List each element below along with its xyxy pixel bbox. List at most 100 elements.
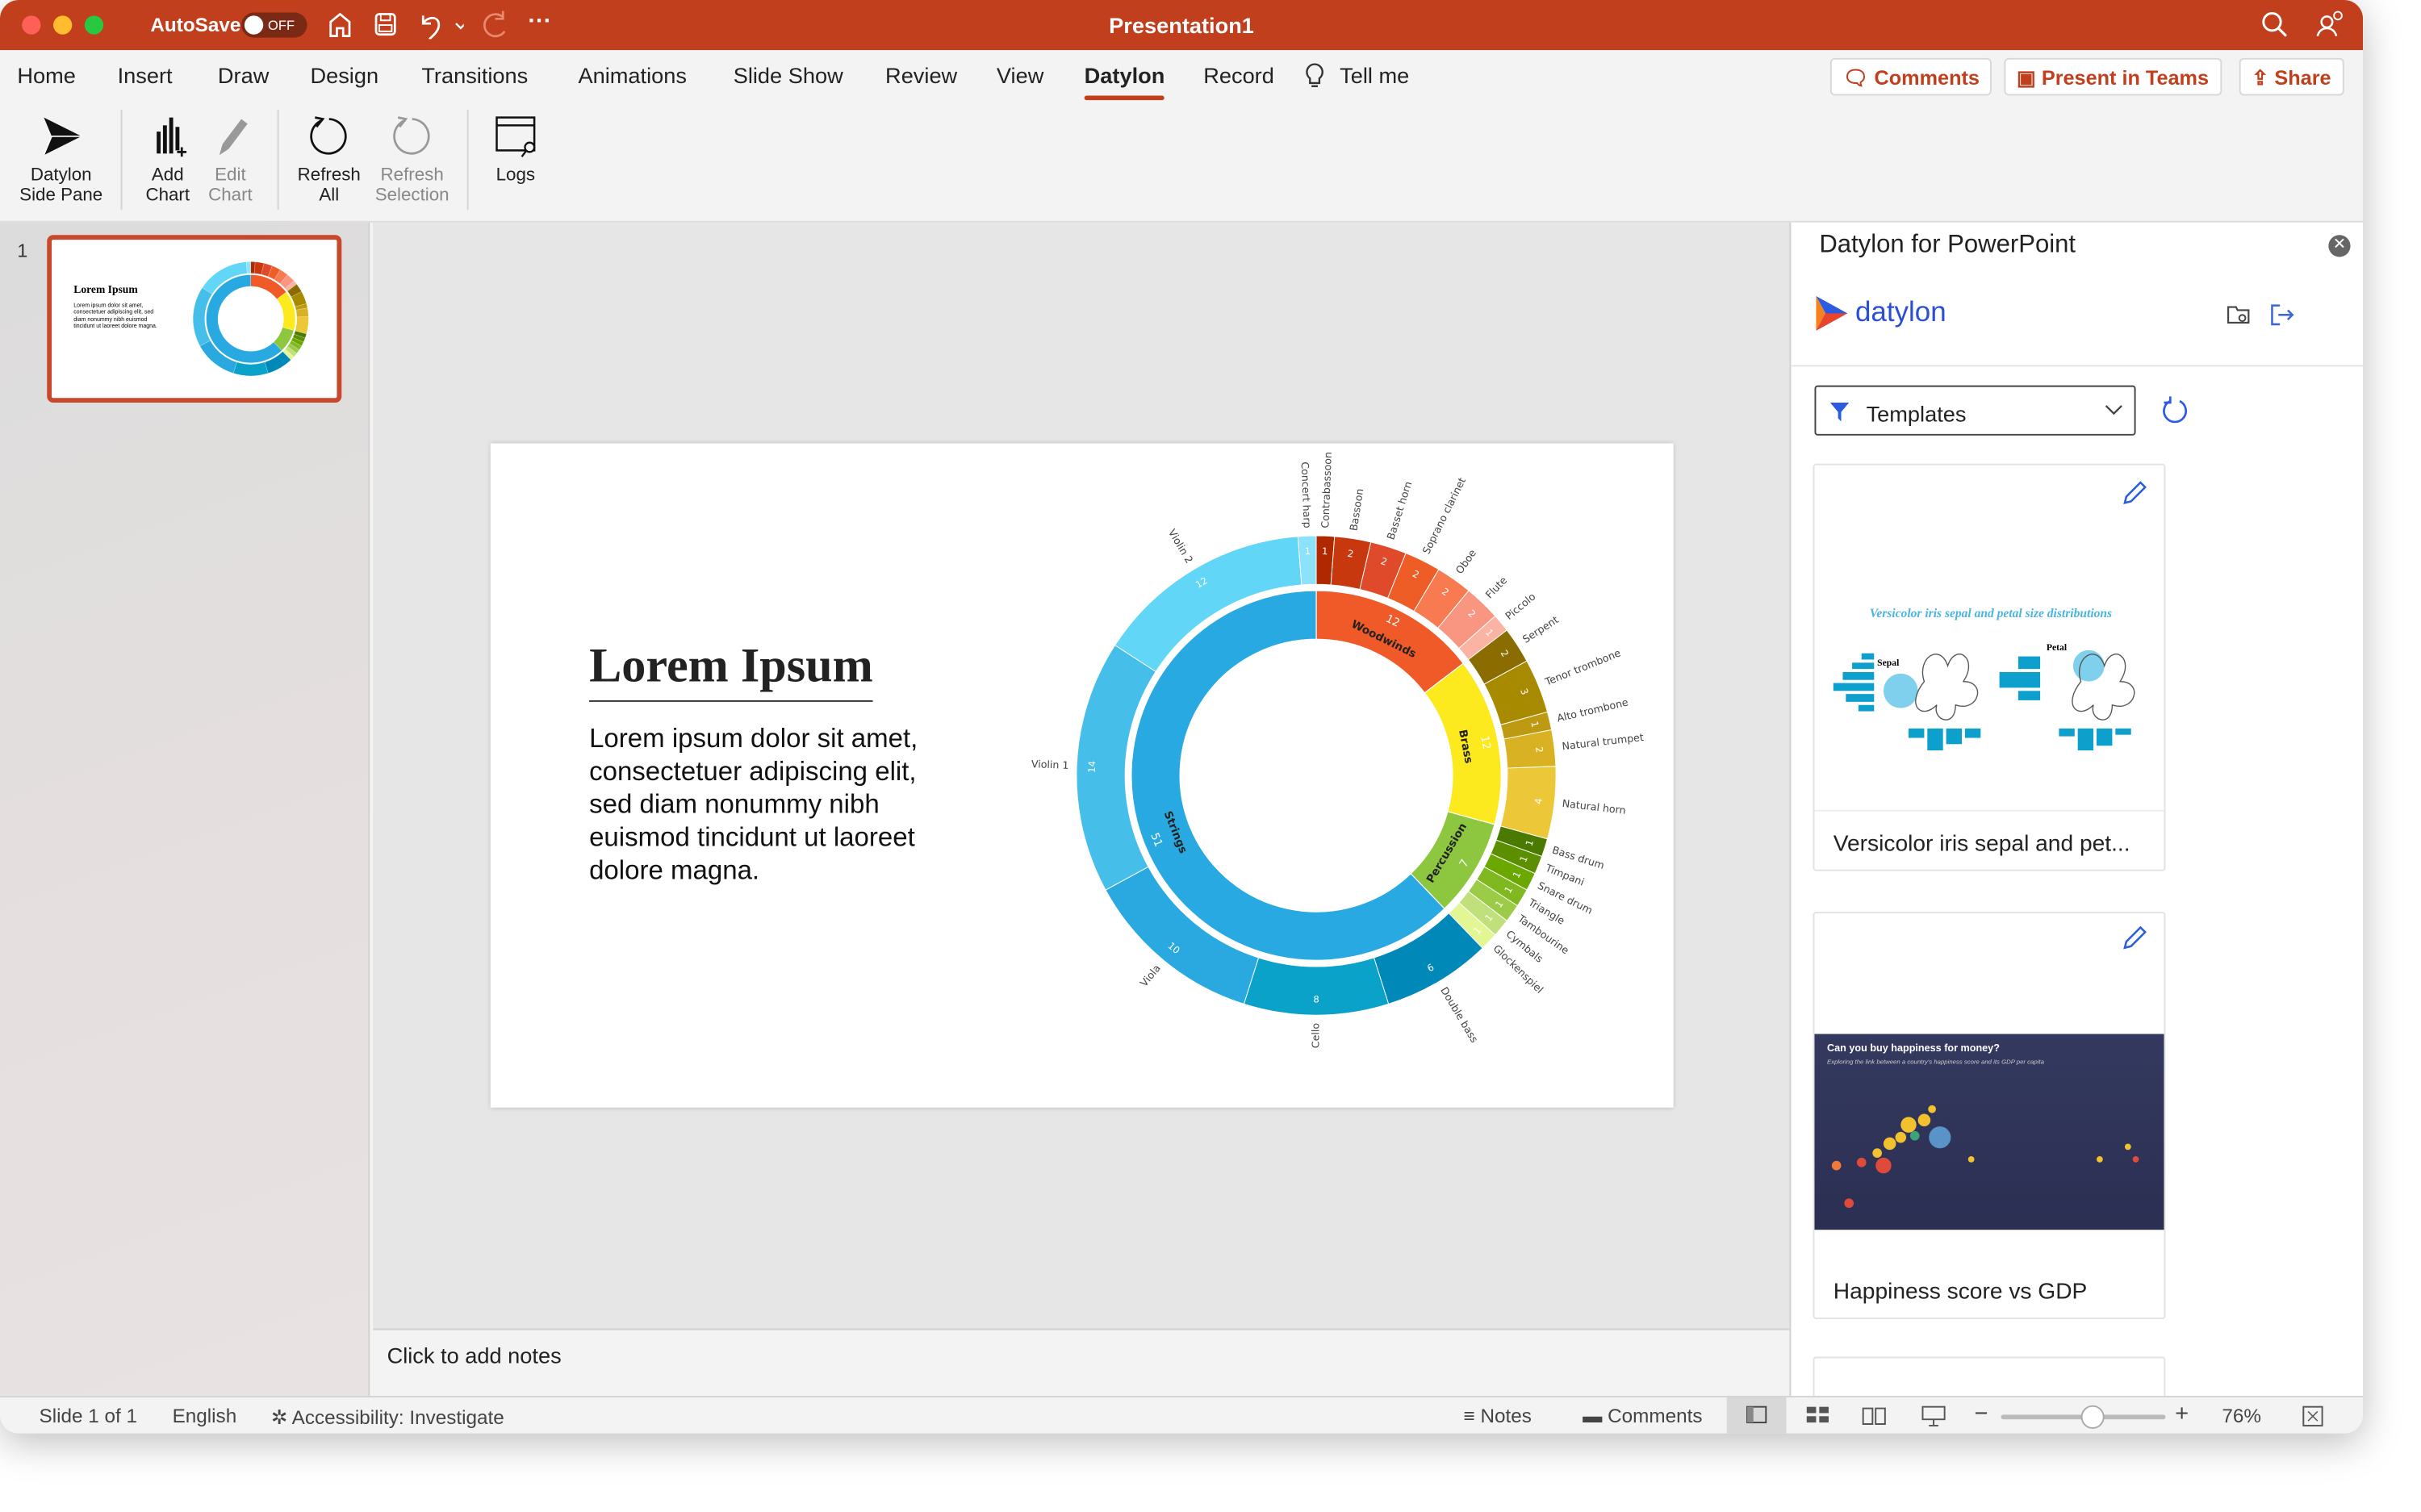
- slide-number: 1: [17, 240, 28, 262]
- sunburst-chart[interactable]: 12Woodwinds1Contrabassoon2Bassoon2Basset…: [491, 444, 1674, 1108]
- zoom-in-button[interactable]: +: [2175, 1401, 2189, 1427]
- logs-button[interactable]: Logs: [486, 113, 546, 186]
- zoom-slider-handle[interactable]: [2080, 1405, 2105, 1429]
- outer-label-contrabassoon: Contrabassoon: [1319, 452, 1334, 528]
- reload-templates-icon[interactable]: [2161, 396, 2189, 424]
- outer-value-label: 14: [1086, 761, 1098, 773]
- template-name: Versicolor iris sepal and pet...: [1833, 832, 2130, 858]
- outer-label-violin-2: Violin 2: [1166, 527, 1196, 566]
- tab-record[interactable]: Record: [1203, 63, 1274, 88]
- pencil-icon: [219, 119, 248, 156]
- search-icon[interactable]: [2261, 11, 2289, 40]
- comment-icon: 🗨︎: [1842, 65, 1875, 90]
- teams-icon: ▣: [2016, 65, 2042, 90]
- edit-template-icon[interactable]: [2122, 925, 2147, 951]
- fit-to-window-icon[interactable]: [2302, 1405, 2323, 1427]
- template-card-versicolor[interactable]: Versicolor iris sepal and petal size dis…: [1813, 463, 2166, 871]
- language-indicator[interactable]: English: [173, 1405, 237, 1427]
- pane-title: Datylon for PowerPoint: [1819, 232, 2076, 259]
- datylon-side-pane: Datylon for PowerPoint ✕ datylon Templat…: [1789, 222, 2364, 1404]
- folder-search-icon[interactable]: [2227, 304, 2252, 326]
- slide-canvas[interactable]: Lorem Ipsum Lorem ipsum dolor sit amet, …: [490, 443, 1674, 1108]
- document-title: Presentation1: [1109, 12, 1254, 38]
- tab-draw[interactable]: Draw: [218, 63, 269, 88]
- normal-view-button[interactable]: [1726, 1397, 1787, 1434]
- logs-icon: [495, 116, 536, 157]
- share-icon: ⇪: [2252, 65, 2275, 90]
- outer-label-flute: Flute: [1483, 574, 1510, 600]
- notes-button[interactable]: ≡ Notes: [1464, 1405, 1532, 1427]
- zoom-level[interactable]: 76%: [2222, 1405, 2261, 1427]
- add-chart-button[interactable]: Add Chart: [138, 113, 198, 207]
- tab-review[interactable]: Review: [885, 63, 957, 88]
- notes-icon: ≡: [1463, 1405, 1481, 1427]
- outer-value-label: 1: [1322, 545, 1328, 557]
- slide-counter: Slide 1 of 1: [39, 1405, 137, 1427]
- notes-placeholder: Click to add notes: [387, 1343, 562, 1368]
- datylon-side-pane-button[interactable]: Datylon Side Pane: [19, 113, 103, 207]
- outer-label-basset-horn: Basset horn: [1384, 480, 1414, 541]
- template-card-happiness[interactable]: Can you buy happiness for money? Explori…: [1813, 912, 2166, 1319]
- edit-template-icon[interactable]: [2122, 481, 2147, 506]
- outer-value-label: 1: [1304, 545, 1311, 557]
- edit-chart-button[interactable]: Edit Chart: [201, 113, 261, 207]
- present-in-teams-button[interactable]: ▣ Present in Teams: [2004, 57, 2222, 96]
- reading-view-icon[interactable]: [1862, 1405, 1887, 1426]
- ribbon-toolbar: Datylon Side Pane Add Chart Edit Chart Refr…: [0, 100, 2364, 223]
- slide-thumbnail-1[interactable]: Lorem Ipsum Lorem ipsum dolor sit amet, …: [47, 235, 342, 403]
- slideshow-view-icon[interactable]: [1921, 1405, 1946, 1427]
- happiness-preview-image: Can you buy happiness for money? Explori…: [1814, 1034, 2164, 1230]
- zoom-slider[interactable]: [2001, 1405, 2166, 1429]
- notes-area[interactable]: Click to add notes: [373, 1328, 1790, 1397]
- slide-sorter-icon[interactable]: [1805, 1405, 1830, 1426]
- outer-label-natural-horn: Natural horn: [1562, 797, 1626, 817]
- close-pane-icon[interactable]: ✕: [2328, 235, 2351, 257]
- ribbon-tabs: Home Insert Draw Design Transitions Anim…: [0, 50, 2364, 101]
- tab-slide-show[interactable]: Slide Show: [734, 63, 843, 88]
- outer-slice-cello: [232, 361, 269, 376]
- outer-label-double-bass: Double bass: [1438, 985, 1481, 1045]
- add-chart-icon: [157, 117, 187, 157]
- accessibility-button[interactable]: ✲ Accessibility: Investigate: [271, 1405, 504, 1429]
- accessibility-icon: ✲: [270, 1406, 292, 1429]
- status-comments-button[interactable]: ▬ Comments: [1583, 1405, 1702, 1427]
- outer-label-violin-1: Violin 1: [1031, 758, 1069, 771]
- account-icon[interactable]: [2314, 10, 2346, 41]
- thumbnail-chart: [193, 261, 309, 376]
- tab-animations[interactable]: Animations: [578, 63, 686, 88]
- outer-value-label: 4: [1532, 797, 1545, 804]
- outer-value-label: 8: [1313, 993, 1319, 1005]
- svg-text:Sepal: Sepal: [1877, 658, 1900, 668]
- templates-dropdown[interactable]: Templates: [1814, 385, 2136, 436]
- outer-label-bassoon: Bassoon: [1347, 487, 1365, 532]
- tab-home[interactable]: Home: [17, 63, 76, 88]
- datylon-logo-icon: [43, 117, 82, 156]
- refresh-all-button[interactable]: Refresh All: [295, 113, 363, 207]
- outer-label-concert-harp: Concert harp: [1299, 462, 1314, 528]
- svg-text:Petal: Petal: [2047, 642, 2068, 653]
- tab-view[interactable]: View: [997, 63, 1043, 88]
- outer-label-cello: Cello: [1310, 1023, 1322, 1049]
- logout-icon[interactable]: [2269, 303, 2294, 328]
- status-bar: Slide 1 of 1 English ✲ Accessibility: In…: [0, 1396, 2364, 1434]
- comments-button[interactable]: 🗨︎ Comments: [1829, 57, 1992, 96]
- tab-insert[interactable]: Insert: [118, 63, 173, 88]
- filter-icon: [1829, 403, 1850, 422]
- outer-slice-cello: [1243, 957, 1390, 1016]
- tab-design[interactable]: Design: [310, 63, 378, 88]
- outer-label-alto-trombone: Alto trombone: [1556, 695, 1629, 724]
- outer-label-natural-trumpet: Natural trumpet: [1562, 731, 1645, 753]
- outer-label-piccolo: Piccolo: [1503, 590, 1537, 622]
- share-button[interactable]: ⇪ Share: [2239, 57, 2344, 96]
- refresh-icon: [310, 116, 347, 155]
- tab-datylon[interactable]: Datylon: [1084, 63, 1166, 101]
- lightbulb-icon: [1306, 63, 1323, 87]
- tab-transitions[interactable]: Transitions: [421, 63, 528, 88]
- outer-label-viola: Viola: [1138, 962, 1163, 988]
- zoom-out-button[interactable]: −: [1975, 1401, 1988, 1427]
- title-bar: AutoSave OFF ··· Presentation1: [0, 0, 2364, 51]
- tell-me-search[interactable]: Tell me: [1340, 63, 1409, 88]
- refresh-selection-button[interactable]: Refresh Selection: [373, 113, 451, 207]
- outer-value-label: 2: [1533, 746, 1545, 754]
- chevron-down-icon: [2105, 405, 2122, 416]
